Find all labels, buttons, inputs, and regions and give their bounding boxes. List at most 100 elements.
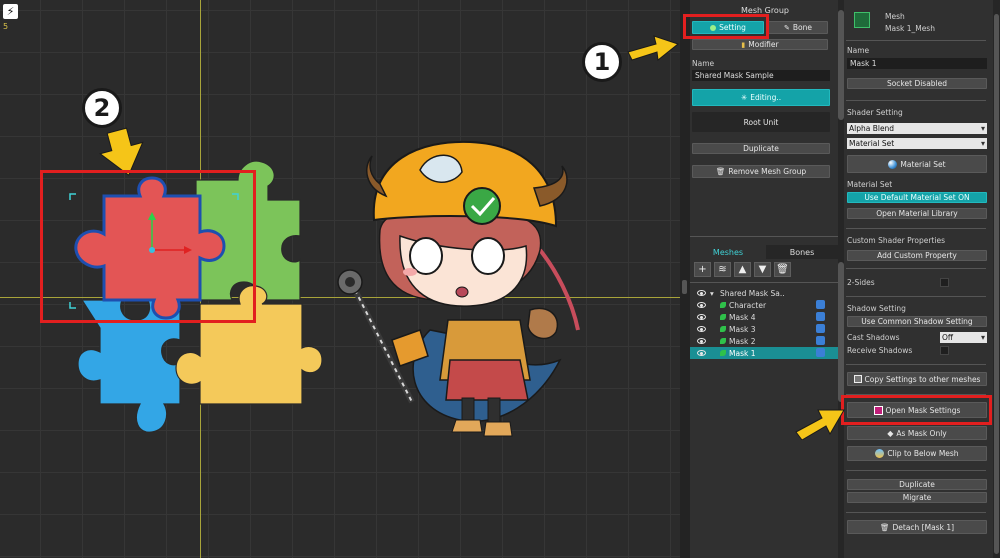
add-custom-property-button[interactable]: Add Custom Property — [847, 250, 987, 261]
blend-mode-dropdown[interactable]: Alpha Blend — [847, 123, 987, 134]
mesh-type-icon — [854, 12, 870, 28]
inspector-scrollbar[interactable] — [993, 0, 1000, 558]
mask-settings-highlight — [841, 395, 992, 425]
receive-shadows-checkbox[interactable] — [940, 346, 949, 355]
mesh-icon — [720, 350, 726, 356]
tree-item-mask3[interactable]: Mask 3 — [690, 323, 838, 335]
move-down-icon[interactable]: ▼ — [754, 262, 771, 277]
cast-shadows-dropdown[interactable]: Off — [940, 332, 987, 343]
selection-highlight-box — [40, 170, 256, 323]
move-up-icon[interactable]: ▲ — [734, 262, 751, 277]
modifier-icon: ▮ — [741, 40, 746, 49]
add-icon[interactable]: + — [694, 262, 711, 277]
tab-meshes[interactable]: Meshes — [690, 245, 766, 259]
character-artwork — [337, 140, 580, 437]
callout-1: 1 — [582, 42, 622, 82]
name-label: Name — [847, 46, 870, 55]
common-shadow-button[interactable]: Use Common Shadow Setting — [847, 316, 987, 327]
mesh-type-label: Mesh — [885, 12, 905, 21]
divider — [690, 282, 838, 283]
mask-badge-icon — [816, 336, 825, 345]
expand-icon[interactable]: ▾ — [710, 289, 714, 298]
tree-root[interactable]: ▾ Shared Mask Sa.. — [690, 287, 838, 299]
divider — [690, 236, 838, 237]
copy-settings-button[interactable]: Copy Settings to other meshes — [847, 372, 987, 386]
viewport-canvas[interactable]: ⚡ 5 2 1 — [0, 0, 680, 558]
setting-tab-highlight — [683, 14, 769, 39]
custom-shader-label: Custom Shader Properties — [847, 236, 945, 245]
divider — [846, 470, 986, 471]
duplicate-button[interactable]: Duplicate — [692, 143, 830, 154]
arrow-3 — [795, 409, 845, 440]
tree-item-character[interactable]: Character — [690, 299, 838, 311]
two-sides-label: 2-Sides — [847, 278, 875, 287]
divider — [846, 364, 986, 365]
trash-icon: 🗑 — [715, 167, 726, 176]
tab-bone[interactable]: ✎ Bone — [768, 21, 828, 34]
copy-icon — [853, 375, 862, 383]
bone-icon: ✎ — [784, 23, 790, 32]
two-sides-checkbox[interactable] — [940, 278, 949, 287]
eye-icon[interactable] — [697, 314, 706, 320]
material-set-label: Material Set — [847, 180, 893, 189]
divider — [846, 296, 986, 297]
eye-icon[interactable] — [697, 302, 706, 308]
duplicate-mesh-button[interactable]: Duplicate — [847, 479, 987, 490]
cast-shadows-label: Cast Shadows — [847, 333, 900, 342]
divider — [846, 100, 986, 101]
mesh-inspector-panel: Mesh Mask 1_Mesh Name Mask 1 Socket Disa… — [841, 0, 1000, 558]
mesh-group-name-field[interactable]: Shared Mask Sample — [692, 70, 830, 81]
callout-2: 2 — [82, 88, 122, 128]
material-set-button[interactable]: Material Set — [847, 155, 987, 173]
tree-item-mask1[interactable]: Mask 1 — [690, 347, 838, 359]
mesh-group-panel: Mesh Group Setting ✎ Bone ▮ Modifier Nam… — [683, 0, 840, 558]
mask-only-icon: ◆ — [887, 428, 894, 438]
detach-button[interactable]: 🗑 Detach [Mask 1] — [847, 520, 987, 534]
material-sphere-icon — [888, 159, 898, 169]
mask-badge-icon — [816, 348, 825, 357]
receive-shadows-label: Receive Shadows — [847, 346, 913, 355]
eye-icon[interactable] — [697, 350, 706, 356]
mesh-name-field[interactable]: Mask 1 — [847, 58, 987, 69]
open-material-library-button[interactable]: Open Material Library — [847, 208, 987, 219]
mesh-icon — [720, 314, 726, 320]
tree-item-mask4[interactable]: Mask 4 — [690, 311, 838, 323]
arrow-1 — [627, 35, 680, 61]
mask-badge-icon — [816, 312, 825, 321]
scrollbar-thumb[interactable] — [994, 14, 999, 554]
eye-icon[interactable] — [697, 290, 706, 296]
mesh-icon — [720, 326, 726, 332]
mask-badge-icon — [816, 300, 825, 309]
layers-icon[interactable]: ≋ — [714, 262, 731, 277]
as-mask-only-button[interactable]: ◆ As Mask Only — [847, 426, 987, 440]
tab-bones[interactable]: Bones — [766, 245, 838, 259]
shader-setting-label: Shader Setting — [847, 108, 903, 117]
clip-below-button[interactable]: Clip to Below Mesh — [847, 446, 987, 461]
migrate-button[interactable]: Migrate — [847, 492, 987, 503]
tree-item-mask2[interactable]: Mask 2 — [690, 335, 838, 347]
viewport-scrollbar[interactable] — [680, 0, 690, 558]
clip-icon — [875, 449, 885, 458]
eye-icon[interactable] — [697, 326, 706, 332]
use-default-material-button[interactable]: Use Default Material Set ON — [847, 192, 987, 203]
editing-icon: ✳ — [740, 93, 748, 102]
hierarchy-tabs: Meshes Bones — [690, 245, 840, 259]
shadow-setting-label: Shadow Setting — [847, 304, 906, 313]
divider — [846, 40, 986, 41]
socket-button[interactable]: Socket Disabled — [847, 78, 987, 89]
trash-icon: 🗑 — [879, 522, 890, 532]
root-unit-button[interactable]: Root Unit — [692, 112, 830, 132]
mask-badge-icon — [816, 324, 825, 333]
resize-grip[interactable] — [682, 280, 687, 294]
mesh-icon — [720, 338, 726, 344]
divider — [846, 268, 986, 269]
mesh-name-label: Mask 1_Mesh — [885, 24, 935, 33]
material-set-dropdown[interactable]: Material Set — [847, 138, 987, 149]
delete-icon[interactable]: 🗑 — [774, 262, 791, 277]
remove-mesh-group-button[interactable]: 🗑 Remove Mesh Group — [692, 165, 830, 178]
mesh-icon — [720, 302, 726, 308]
divider — [846, 512, 986, 513]
modifier-button[interactable]: ▮ Modifier — [692, 39, 828, 50]
eye-icon[interactable] — [697, 338, 706, 344]
editing-button[interactable]: ✳ Editing.. — [692, 89, 830, 106]
